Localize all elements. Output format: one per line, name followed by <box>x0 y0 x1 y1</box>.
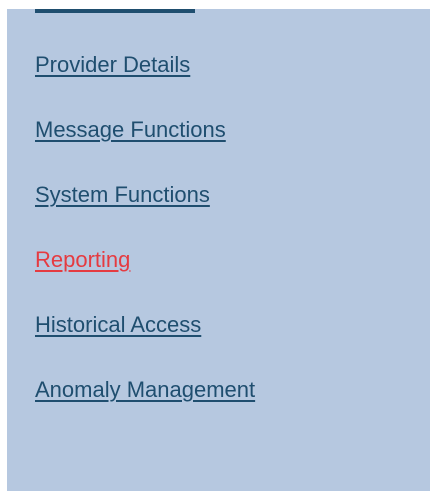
nav-link-provider-details[interactable]: Provider Details <box>35 52 190 78</box>
nav-link-historical-access[interactable]: Historical Access <box>35 312 201 338</box>
nav-link-message-functions[interactable]: Message Functions <box>35 117 226 143</box>
navigation-panel: Provider Details Message Functions Syste… <box>7 9 430 491</box>
nav-link-system-functions[interactable]: System Functions <box>35 182 210 208</box>
nav-link-anomaly-management[interactable]: Anomaly Management <box>35 377 255 403</box>
nav-link-reporting[interactable]: Reporting <box>35 247 130 273</box>
cutoff-previous-link-underline <box>35 9 195 13</box>
